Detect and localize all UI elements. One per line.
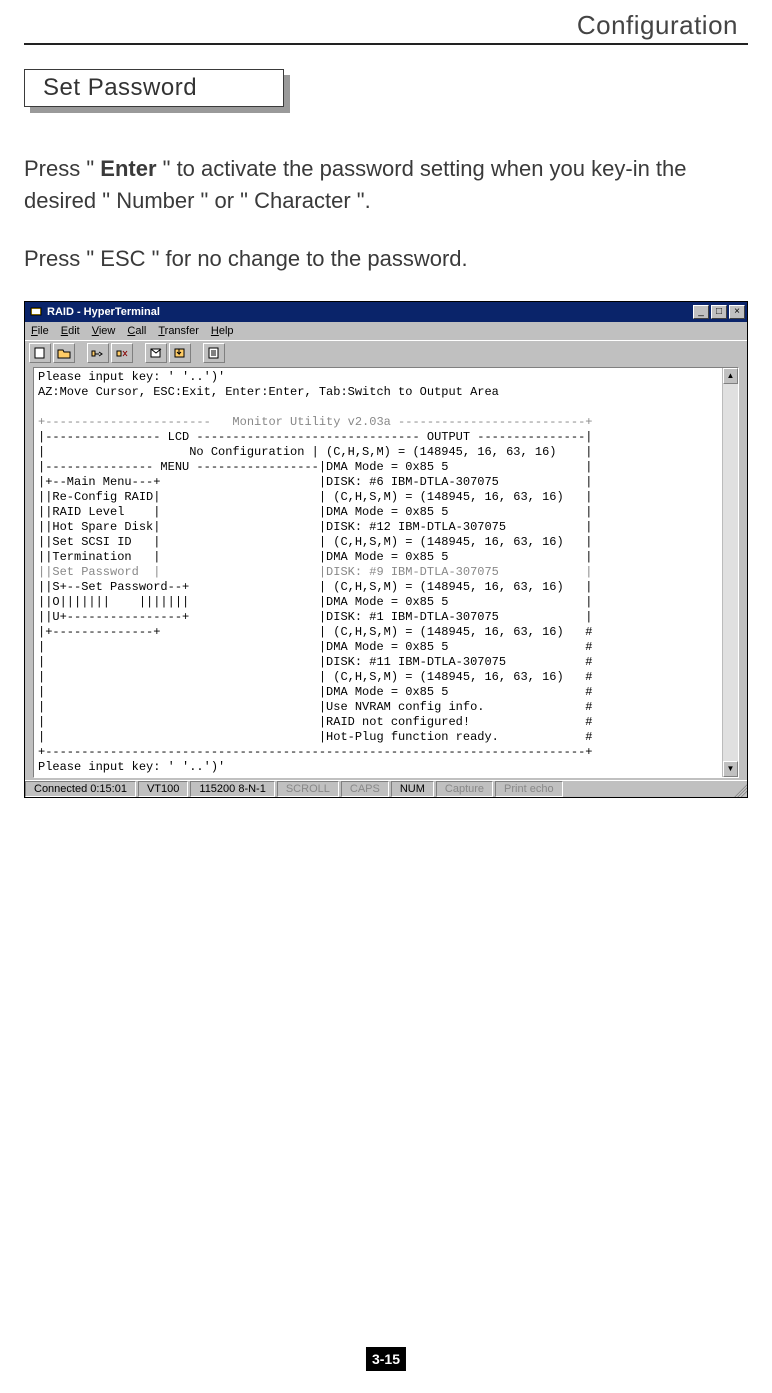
header-rule — [24, 43, 748, 45]
menu-help[interactable]: Help — [211, 325, 234, 337]
status-connected: Connected 0:15:01 — [25, 781, 136, 797]
toolbar-connect-icon[interactable] — [87, 343, 109, 363]
menu-view[interactable]: View — [92, 325, 116, 337]
toolbar-disconnect-icon[interactable] — [111, 343, 133, 363]
status-scroll: SCROLL — [277, 781, 339, 797]
app-icon — [29, 305, 43, 319]
toolbar-send-icon[interactable] — [145, 343, 167, 363]
status-printecho: Print echo — [495, 781, 563, 797]
instruction-paragraph-2: Press " ESC " for no change to the passw… — [24, 243, 748, 275]
section-heading-label: Set Password — [24, 69, 284, 107]
toolbar — [25, 340, 747, 365]
status-num: NUM — [391, 781, 434, 797]
menu-file[interactable]: File — [31, 325, 49, 337]
toolbar-receive-icon[interactable] — [169, 343, 191, 363]
minimize-button[interactable]: _ — [693, 305, 709, 319]
terminal-output: Please input key: ' '..')' AZ:Move Curso… — [34, 368, 722, 777]
resize-grip-icon[interactable] — [731, 781, 747, 797]
menu-transfer[interactable]: Transfer — [158, 325, 199, 337]
terminal-area[interactable]: Please input key: ' '..')' AZ:Move Curso… — [33, 367, 739, 778]
close-button[interactable]: × — [729, 305, 745, 319]
status-bar: Connected 0:15:01 VT100 115200 8-N-1 SCR… — [25, 780, 747, 797]
maximize-button[interactable]: □ — [711, 305, 727, 319]
instruction-paragraph-1: Press " Enter " to activate the password… — [24, 153, 748, 217]
status-capture: Capture — [436, 781, 493, 797]
vertical-scrollbar[interactable]: ▲ ▼ — [722, 368, 738, 777]
page-number: 3-15 — [366, 1347, 406, 1371]
toolbar-open-icon[interactable] — [53, 343, 75, 363]
menu-call[interactable]: Call — [127, 325, 146, 337]
menu-edit[interactable]: Edit — [61, 325, 80, 337]
menu-bar[interactable]: File Edit View Call Transfer Help — [25, 322, 747, 340]
chapter-title: Configuration — [24, 10, 748, 41]
toolbar-new-icon[interactable] — [29, 343, 51, 363]
hyperterminal-window: RAID - HyperTerminal _ □ × File Edit Vie… — [24, 301, 748, 798]
status-caps: CAPS — [341, 781, 389, 797]
status-emulation: VT100 — [138, 781, 188, 797]
window-titlebar[interactable]: RAID - HyperTerminal _ □ × — [25, 302, 747, 322]
section-heading: Set Password — [24, 69, 284, 109]
toolbar-properties-icon[interactable] — [203, 343, 225, 363]
status-port: 115200 8-N-1 — [190, 781, 274, 797]
window-title: RAID - HyperTerminal — [47, 306, 691, 318]
scroll-up-icon[interactable]: ▲ — [723, 368, 738, 384]
scroll-down-icon[interactable]: ▼ — [723, 761, 738, 777]
